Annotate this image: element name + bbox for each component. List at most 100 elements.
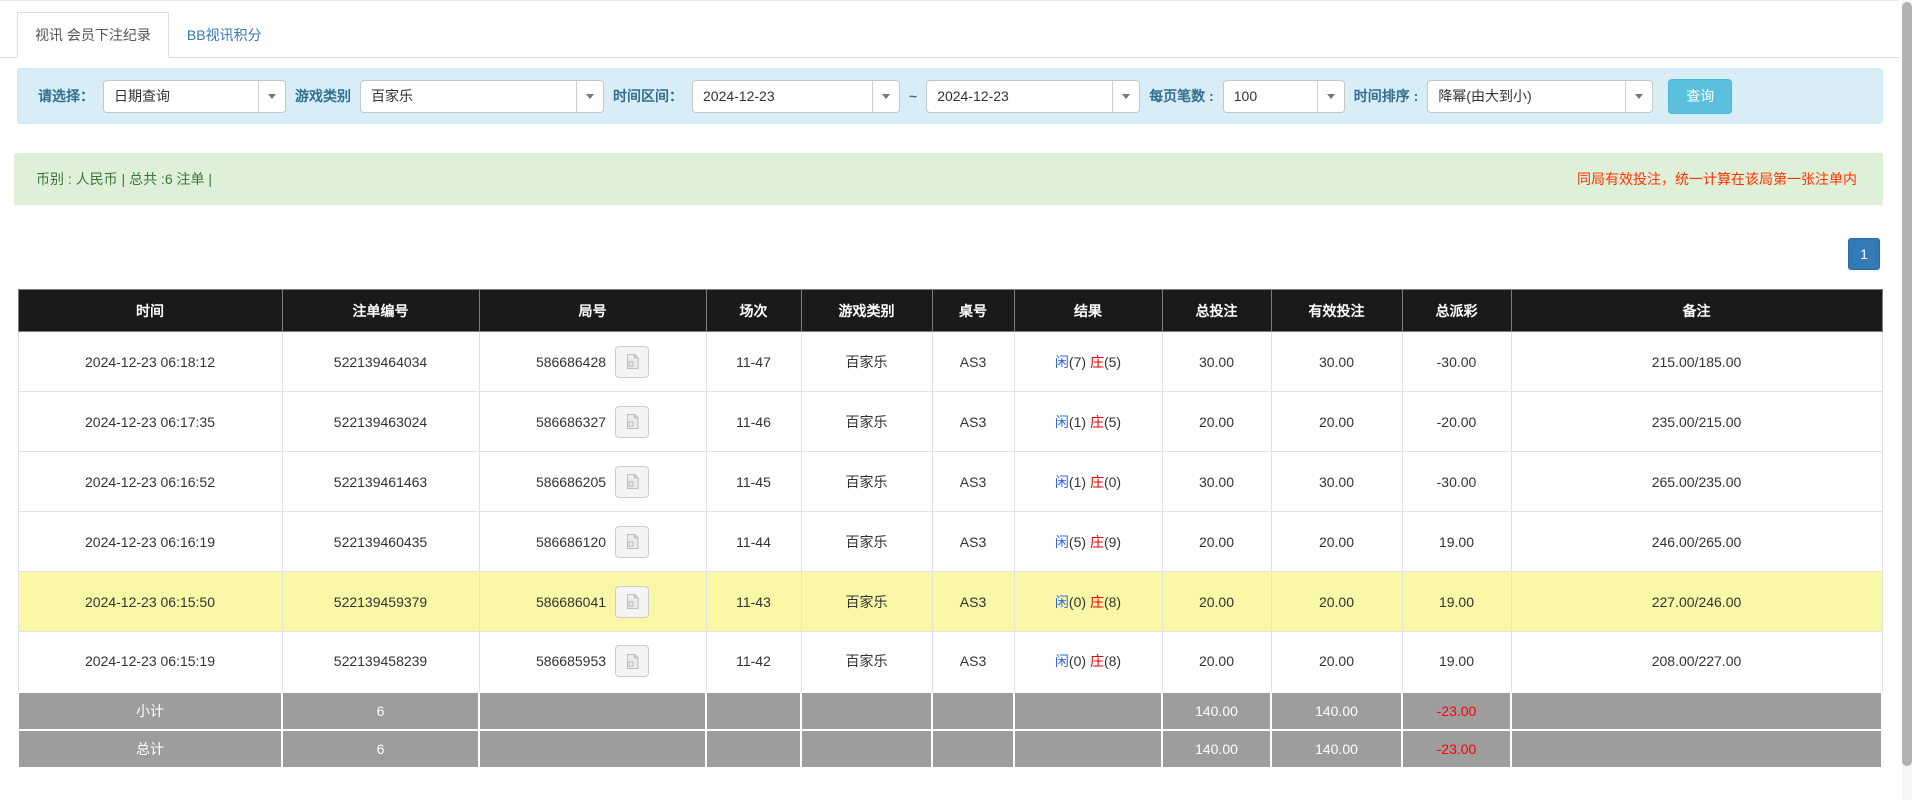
banker-result-label: 庄 [1090,354,1104,370]
cell-session: 11-44 [706,512,801,572]
result-text: 闲(1) 庄(0) [1055,474,1121,490]
sort-order-label: 时间排序 : [1354,86,1419,106]
scrollbar-thumb[interactable] [1902,2,1912,766]
cell-round-number: 586686205 [479,452,706,512]
cell-total-payout: 19.00 [1402,512,1511,572]
footer-empty-note [1511,692,1882,730]
game-category-select[interactable]: 百家乐 [360,80,604,113]
cell-table-number: AS3 [932,512,1014,572]
footer-empty-session [706,692,801,730]
date-to-value: 2024-12-23 [927,88,1112,104]
video-replay-button[interactable] [615,586,649,618]
tab-bar: 视讯 会员下注纪录 BB视讯积分 [0,1,1899,58]
table-row: 2024-12-23 06:15:50522139459379586686041… [18,572,1882,632]
cell-round-number: 586685953 [479,632,706,692]
cell-game-type: 百家乐 [801,632,932,692]
summary-bar: 币别 : 人民币 | 总共 :6 注单 | 同局有效投注，统一计算在该局第一张注… [14,153,1883,205]
footer-valid-bet: 140.00 [1271,730,1402,768]
cell-table-number: AS3 [932,632,1014,692]
cell-table-number: AS3 [932,572,1014,632]
round-number: 586686327 [536,414,606,430]
query-type-value: 日期查询 [104,86,258,106]
cell-time: 2024-12-23 06:15:50 [18,572,282,632]
video-replay-button[interactable] [615,526,649,558]
main-panel: 视讯 会员下注纪录 BB视讯积分 请选择： 日期查询 游戏类别 百家乐 时间区间… [0,0,1899,769]
cell-time: 2024-12-23 06:17:35 [18,392,282,452]
cell-result: 闲(7) 庄(5) [1014,332,1162,392]
vertical-scrollbar[interactable] [1902,0,1912,800]
video-replay-button[interactable] [615,466,649,498]
cell-round-number: 586686041 [479,572,706,632]
banker-result-label: 庄 [1090,594,1104,610]
cell-total-bet: 20.00 [1162,632,1271,692]
chevron-down-icon [872,81,899,112]
cell-time: 2024-12-23 06:16:19 [18,512,282,572]
tab-bb-video-points[interactable]: BB视讯积分 [169,12,280,58]
player-result-label: 闲 [1055,414,1069,430]
cell-round-number: 586686120 [479,512,706,572]
player-result-points: (0) [1069,594,1086,610]
result-text: 闲(0) 庄(8) [1055,594,1121,610]
cell-result: 闲(0) 庄(8) [1014,572,1162,632]
cell-total-bet: 20.00 [1162,392,1271,452]
page-size-label: 每页笔数 : [1149,86,1214,106]
table-header-row: 时间 注单编号 局号 场次 游戏类别 桌号 结果 总投注 有效投注 总派彩 备注 [18,290,1882,332]
cell-valid-bet: 20.00 [1271,512,1402,572]
page-size-select[interactable]: 100 [1223,80,1345,113]
cell-bet-number: 522139464034 [282,332,479,392]
header-valid-bet: 有效投注 [1271,290,1402,332]
cell-valid-bet: 20.00 [1271,632,1402,692]
table-row: 2024-12-23 06:16:19522139460435586686120… [18,512,1882,572]
cell-table-number: AS3 [932,392,1014,452]
footer-label: 小计 [18,692,282,730]
cell-valid-bet: 20.00 [1271,392,1402,452]
player-result-label: 闲 [1055,653,1069,669]
cell-total-bet: 30.00 [1162,332,1271,392]
round-number: 586686120 [536,534,606,550]
sort-order-value: 降幂(由大到小) [1428,86,1625,106]
pagination: 1 [0,238,1880,270]
cell-game-type: 百家乐 [801,572,932,632]
tab-bb-video-points-label: BB视讯积分 [187,27,262,43]
banker-result-points: (5) [1104,414,1121,430]
video-replay-button[interactable] [615,406,649,438]
cell-note: 215.00/185.00 [1511,332,1882,392]
banker-result-label: 庄 [1090,534,1104,550]
header-time: 时间 [18,290,282,332]
cell-note: 265.00/235.00 [1511,452,1882,512]
cell-session: 11-47 [706,332,801,392]
header-total-payout: 总派彩 [1402,290,1511,332]
cell-total-payout: -30.00 [1402,452,1511,512]
player-result-points: (1) [1069,414,1086,430]
date-from-value: 2024-12-23 [693,88,872,104]
footer-empty-table-number [932,730,1014,768]
video-replay-button[interactable] [615,346,649,378]
player-result-points: (1) [1069,474,1086,490]
footer-empty-note [1511,730,1882,768]
footer-empty-round [479,692,706,730]
query-type-select[interactable]: 日期查询 [103,80,286,113]
footer-total-payout: -23.00 [1402,730,1511,768]
tab-betting-records[interactable]: 视讯 会员下注纪录 [17,12,169,58]
tab-betting-records-label: 视讯 会员下注纪录 [35,27,151,43]
page-1-button[interactable]: 1 [1848,238,1880,270]
game-category-value: 百家乐 [361,86,576,106]
cell-total-payout: -20.00 [1402,392,1511,452]
result-text: 闲(1) 庄(5) [1055,414,1121,430]
sort-order-select[interactable]: 降幂(由大到小) [1427,80,1653,113]
cell-total-payout: 19.00 [1402,572,1511,632]
footer-count: 6 [282,730,479,768]
search-button[interactable]: 查询 [1668,79,1732,114]
cell-time: 2024-12-23 06:16:52 [18,452,282,512]
player-result-label: 闲 [1055,594,1069,610]
footer-total-payout: -23.00 [1402,692,1511,730]
footer-empty-result [1014,730,1162,768]
video-replay-button[interactable] [615,645,649,677]
date-from-select[interactable]: 2024-12-23 [692,80,900,113]
header-table-number: 桌号 [932,290,1014,332]
footer-empty-result [1014,692,1162,730]
cell-round-number: 586686327 [479,392,706,452]
date-to-select[interactable]: 2024-12-23 [926,80,1140,113]
result-text: 闲(0) 庄(8) [1055,653,1121,669]
player-result-points: (5) [1069,534,1086,550]
